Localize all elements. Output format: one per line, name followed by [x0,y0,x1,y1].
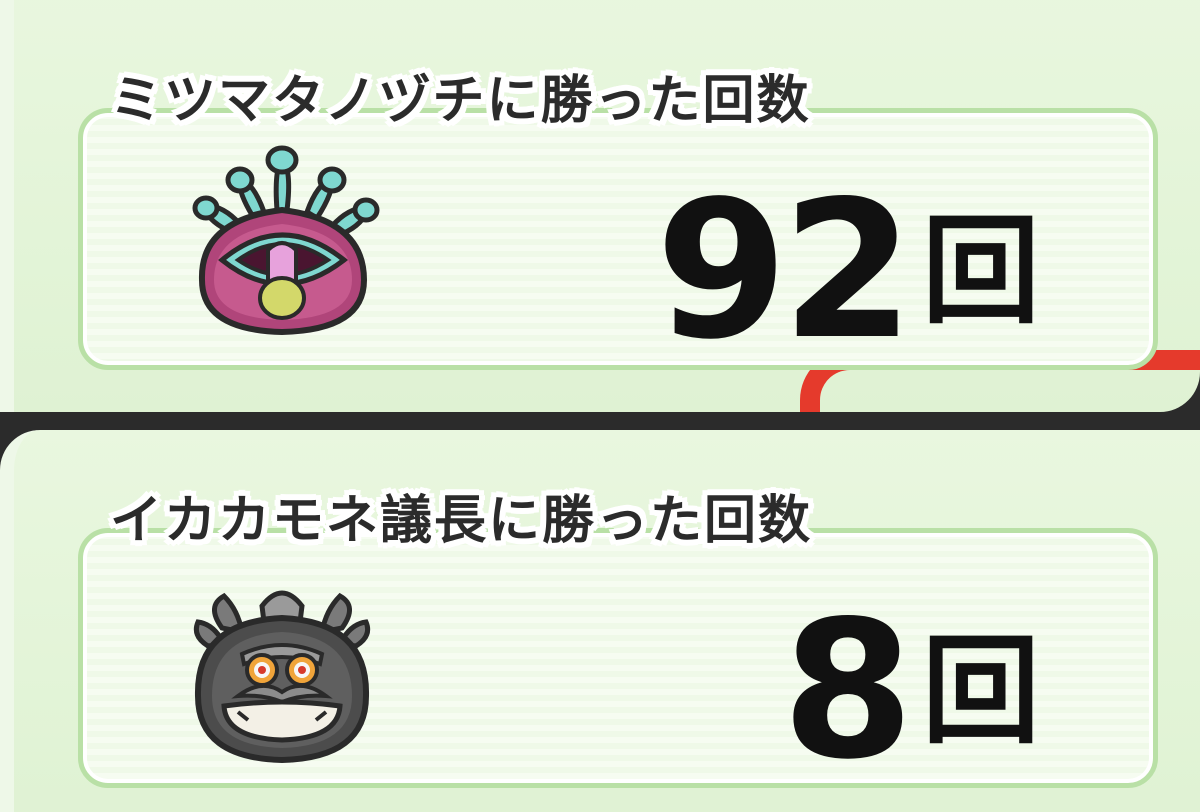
victory-count-screen: ミツマタノヅチに勝った回数 イカカモネ議長に勝った回数 92 回 8 回 [0,0,1200,812]
mitsumatanozuchi-icon [182,140,382,340]
win-count-number: 8 [781,580,914,801]
panel-edge [0,430,10,812]
win-count: 92 回 [656,176,1040,366]
panel-edge [0,0,10,412]
record-title: イカカモネ議長に勝った回数 [110,491,813,551]
ikakamone-chairman-icon [182,566,382,766]
win-count-unit: 回 [921,622,1040,760]
win-count-number: 92 [655,160,914,381]
record-title: ミツマタノヅチに勝った回数 [110,71,811,131]
win-count-unit: 回 [921,202,1040,340]
win-count: 8 回 [782,596,1040,786]
